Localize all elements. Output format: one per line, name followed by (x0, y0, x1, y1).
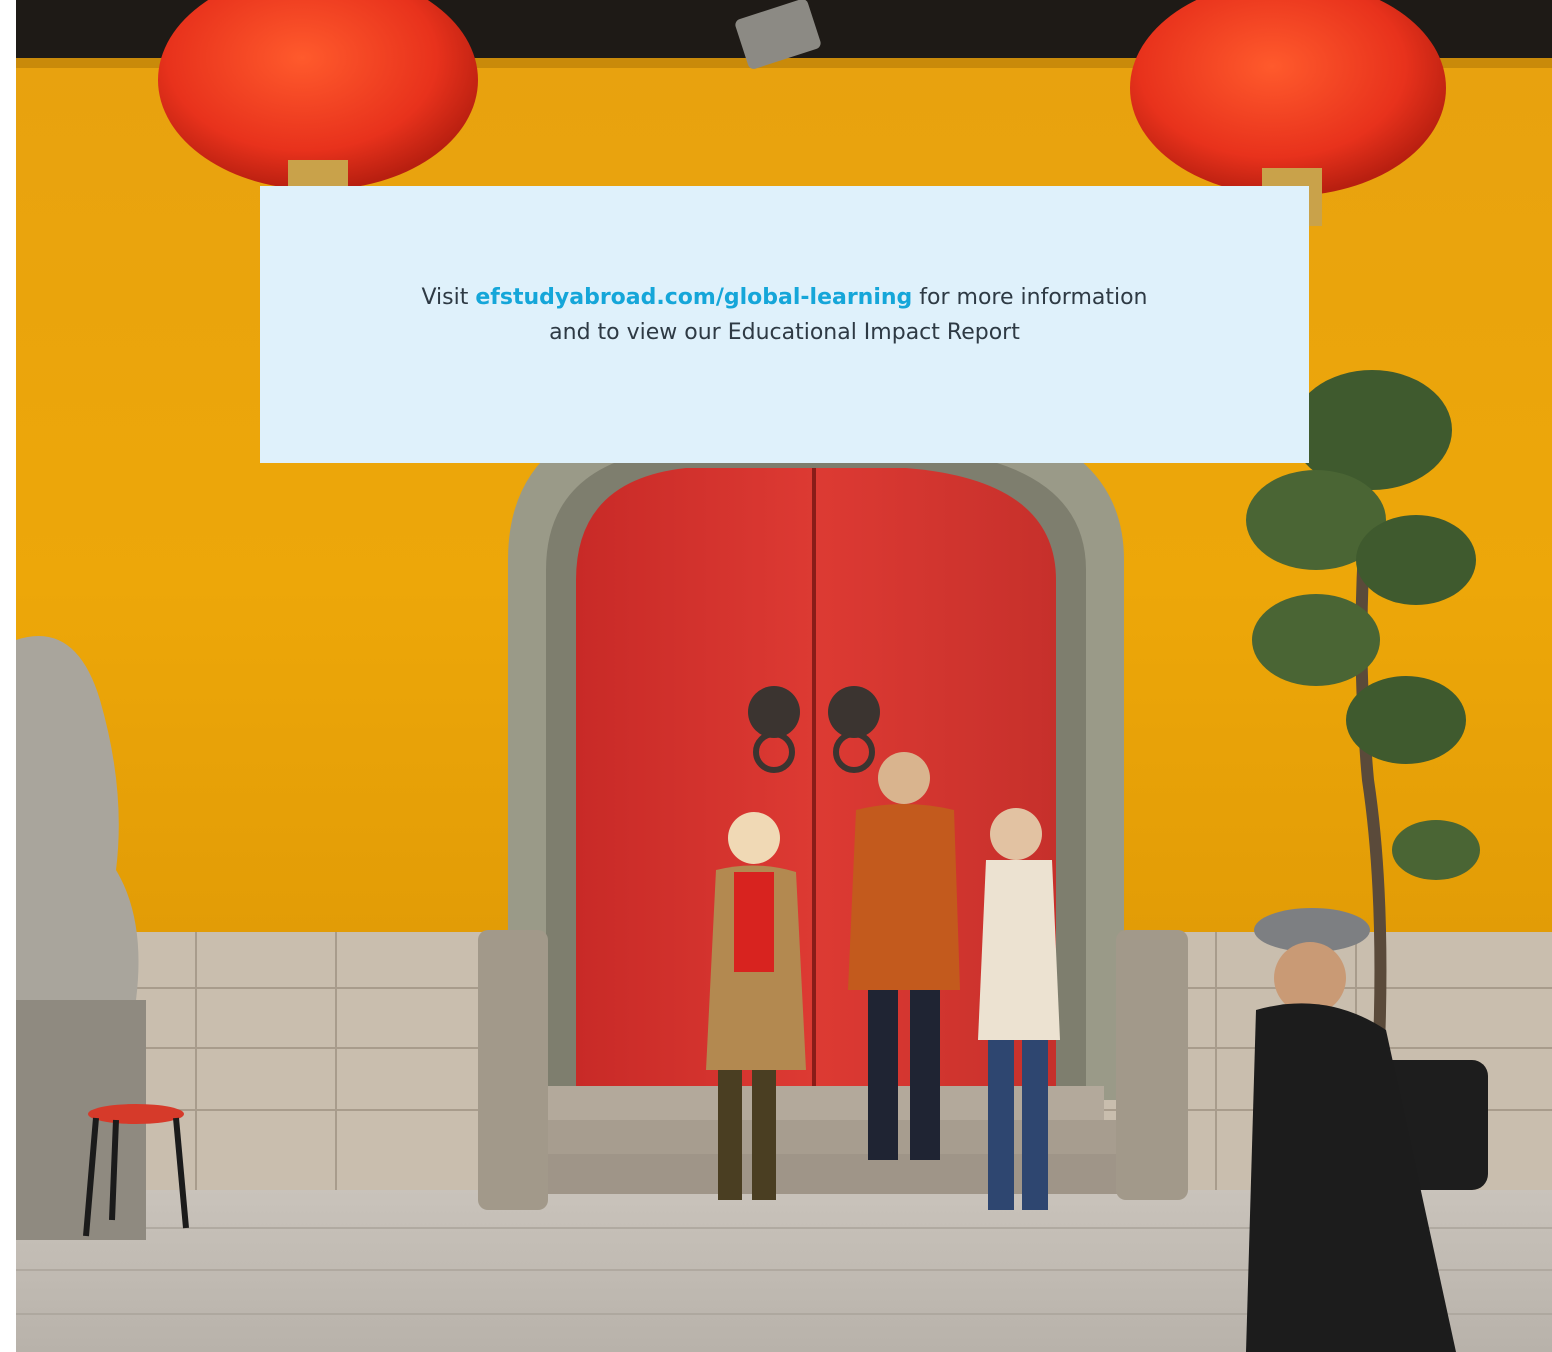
info-line2: and to view our Educational Impact Repor… (549, 319, 1020, 345)
step-top (544, 1086, 1104, 1120)
info-line1-suffix: for more information (919, 284, 1148, 310)
study-abroad-link[interactable]: efstudyabroad.com/global-learning (475, 285, 912, 310)
page: Visit efstudyabroad.com/global-learning … (0, 0, 1552, 1352)
stone-block-right (1116, 930, 1188, 1200)
info-line1-prefix: Visit (421, 284, 469, 310)
info-panel: Visit efstudyabroad.com/global-learning … (260, 186, 1309, 463)
info-message: Visit efstudyabroad.com/global-learning … (421, 280, 1147, 350)
stone-block-left (478, 930, 548, 1210)
